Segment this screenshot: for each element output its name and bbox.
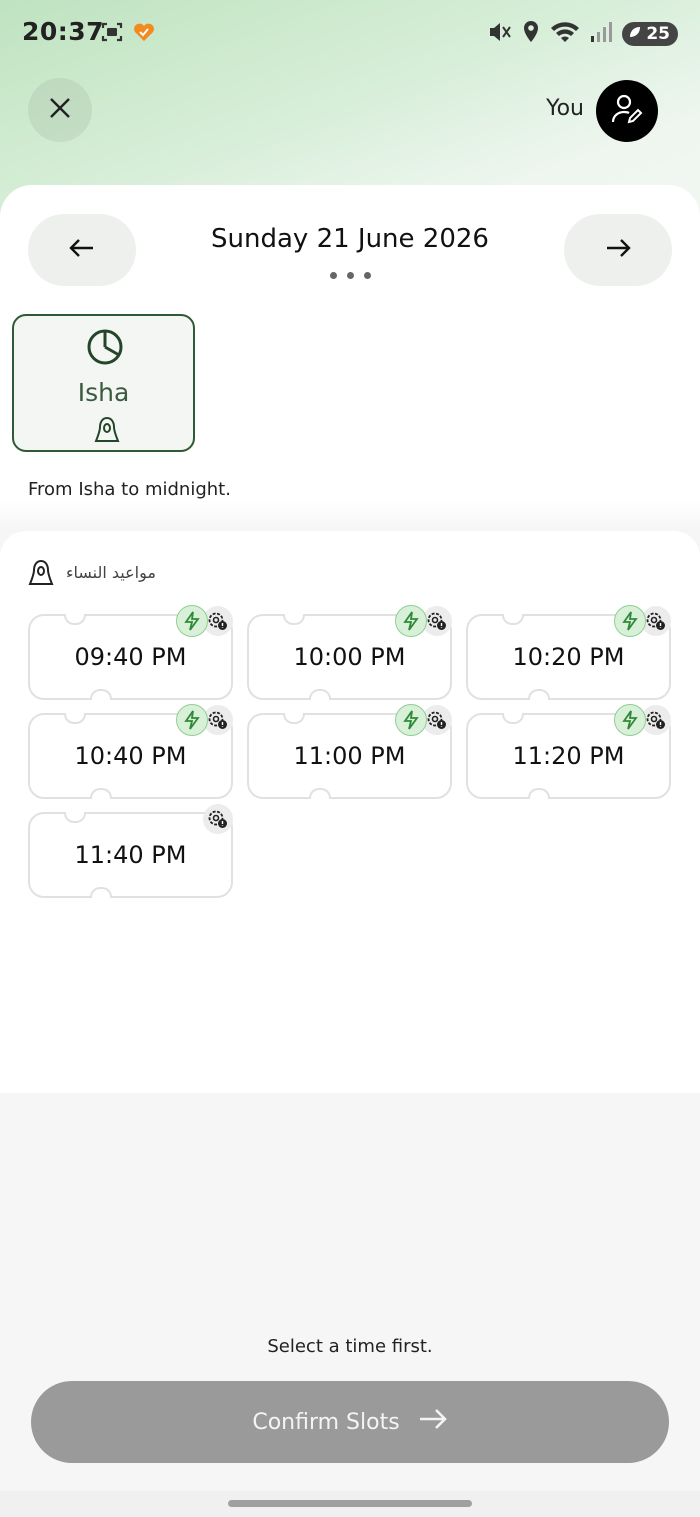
prayer-card-isha[interactable]: Isha [12,314,195,452]
wifi-icon [550,20,580,48]
arrow-right-icon [605,238,631,262]
next-day-button[interactable] [564,214,672,286]
previous-day-button[interactable] [28,214,136,286]
prayer-description: From Isha to midnight. [28,479,231,500]
app-notification-icon [132,20,156,48]
time-slot-label: 11:20 PM [512,742,625,770]
close-icon [49,97,71,123]
time-slot-label: 11:40 PM [74,841,187,869]
confirm-label: Confirm Slots [252,1409,400,1435]
signal-icon [590,21,613,47]
home-indicator[interactable] [228,1500,472,1507]
instant-bolt-icon [395,605,427,637]
close-button[interactable] [28,78,92,142]
arrow-right-icon [418,1408,448,1436]
date-title: Sunday 21 June 2026 [211,224,489,254]
slot-settings-icon[interactable] [203,804,233,834]
user-edit-icon [611,93,643,129]
instant-bolt-icon [395,704,427,736]
women-slots-label: مواعيد النساء [66,563,156,582]
time-slot-label: 10:40 PM [74,742,187,770]
arrow-left-icon [69,238,95,262]
women-icon [93,416,121,448]
confirm-slots-button[interactable]: Confirm Slots [31,1381,669,1463]
battery-saver-icon [628,24,642,44]
time-slot-label: 11:00 PM [293,742,406,770]
instant-bolt-icon [614,605,646,637]
time-slot-label: 09:40 PM [74,643,187,671]
status-bar: 20:37 25 [0,0,700,66]
time-slot-label: 10:20 PM [512,643,625,671]
time-slot-label: 10:00 PM [293,643,406,671]
women-section-icon [28,559,54,591]
profile-edit-button[interactable] [596,80,658,142]
prayer-name: Isha [77,378,130,407]
user-label: You [546,96,584,121]
selection-hint: Select a time first. [267,1336,433,1357]
instant-bolt-icon [176,605,208,637]
screenshot-icon [100,20,124,48]
vibrate-mute-icon [486,20,512,48]
more-options-indicator[interactable] [330,272,371,279]
battery-indicator: 25 [622,22,678,46]
location-icon [522,20,540,48]
instant-bolt-icon [614,704,646,736]
time-slot[interactable]: 11:40 PM [28,812,233,898]
moon-clock-icon [86,328,124,370]
status-time: 20:37 [22,17,105,46]
battery-level: 25 [646,24,670,44]
instant-bolt-icon [176,704,208,736]
